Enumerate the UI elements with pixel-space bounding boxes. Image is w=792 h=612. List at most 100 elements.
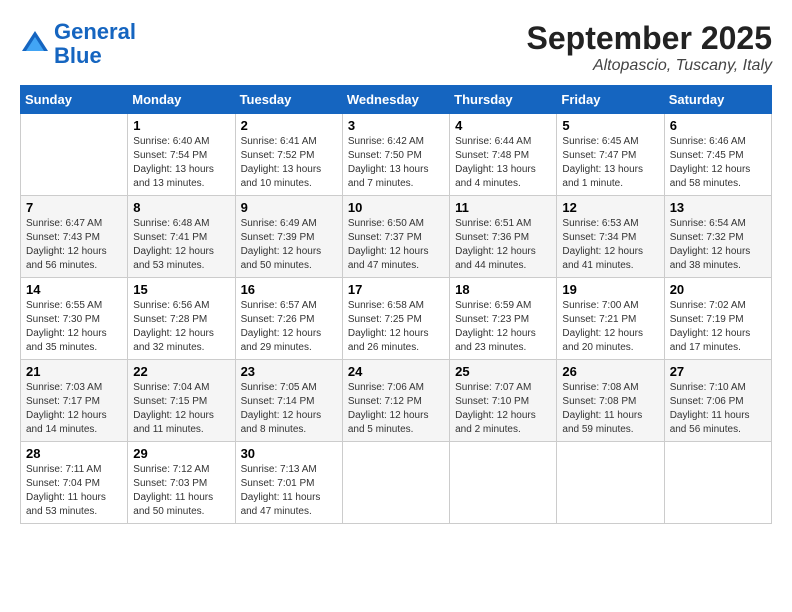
page-header: General Blue September 2025 Altopascio, … xyxy=(20,20,772,75)
day-number: 25 xyxy=(455,364,551,379)
calendar-cell: 24 Sunrise: 7:06 AMSunset: 7:12 PMDayligh… xyxy=(342,360,449,442)
header-row: SundayMondayTuesdayWednesdayThursdayFrid… xyxy=(21,86,772,114)
day-number: 21 xyxy=(26,364,122,379)
calendar-cell: 15 Sunrise: 6:56 AMSunset: 7:28 PMDayligh… xyxy=(128,278,235,360)
day-number: 14 xyxy=(26,282,122,297)
day-info: Sunrise: 6:44 AMSunset: 7:48 PMDaylight:… xyxy=(455,135,551,191)
week-row-2: 14 Sunrise: 6:55 AMSunset: 7:30 PMDayligh… xyxy=(21,278,772,360)
calendar-cell xyxy=(557,442,664,524)
day-number: 10 xyxy=(348,200,444,215)
header-cell-friday: Friday xyxy=(557,86,664,114)
calendar-cell: 6 Sunrise: 6:46 AMSunset: 7:45 PMDaylight… xyxy=(664,114,771,196)
calendar-cell: 4 Sunrise: 6:44 AMSunset: 7:48 PMDaylight… xyxy=(450,114,557,196)
calendar-cell: 20Sunrise: 7:02 AMSunset: 7:19 PMDayligh… xyxy=(664,278,771,360)
logo: General Blue xyxy=(20,20,136,68)
day-number: 23 xyxy=(241,364,337,379)
logo-line2: Blue xyxy=(54,43,102,68)
calendar-cell: 27 Sunrise: 7:10 AMSunset: 7:06 PMDayligh… xyxy=(664,360,771,442)
day-info: Sunrise: 6:57 AMSunset: 7:26 PMDaylight:… xyxy=(241,299,337,355)
day-number: 15 xyxy=(133,282,229,297)
day-info: Sunrise: 6:56 AMSunset: 7:28 PMDaylight:… xyxy=(133,299,229,355)
day-info: Sunrise: 6:53 AMSunset: 7:34 PMDaylight:… xyxy=(562,217,658,273)
calendar-cell: 21 Sunrise: 7:03 AMSunset: 7:17 PMDayligh… xyxy=(21,360,128,442)
day-info: Sunrise: 6:59 AMSunset: 7:23 PMDaylight:… xyxy=(455,299,551,355)
calendar-cell: 11 Sunrise: 6:51 AMSunset: 7:36 PMDayligh… xyxy=(450,196,557,278)
day-number: 7 xyxy=(26,200,122,215)
day-number: 18 xyxy=(455,282,551,297)
day-number: 17 xyxy=(348,282,444,297)
day-number: 8 xyxy=(133,200,229,215)
day-info: Sunrise: 7:07 AMSunset: 7:10 PMDaylight:… xyxy=(455,381,551,437)
calendar-table: SundayMondayTuesdayWednesdayThursdayFrid… xyxy=(20,85,772,524)
day-number: 28 xyxy=(26,446,122,461)
calendar-cell: 26 Sunrise: 7:08 AMSunset: 7:08 PMDayligh… xyxy=(557,360,664,442)
calendar-cell: 13Sunrise: 6:54 AMSunset: 7:32 PMDayligh… xyxy=(664,196,771,278)
calendar-header: SundayMondayTuesdayWednesdayThursdayFrid… xyxy=(21,86,772,114)
day-info: Sunrise: 6:45 AMSunset: 7:47 PMDaylight:… xyxy=(562,135,658,191)
day-info: Sunrise: 7:05 AMSunset: 7:14 PMDaylight:… xyxy=(241,381,337,437)
header-cell-saturday: Saturday xyxy=(664,86,771,114)
day-info: Sunrise: 6:55 AMSunset: 7:30 PMDaylight:… xyxy=(26,299,122,355)
day-number: 13 xyxy=(670,200,766,215)
day-info: Sunrise: 6:50 AMSunset: 7:37 PMDaylight:… xyxy=(348,217,444,273)
week-row-3: 21 Sunrise: 7:03 AMSunset: 7:17 PMDayligh… xyxy=(21,360,772,442)
day-number: 4 xyxy=(455,118,551,133)
day-info: Sunrise: 7:08 AMSunset: 7:08 PMDaylight:… xyxy=(562,381,658,437)
location: Altopascio, Tuscany, Italy xyxy=(527,57,772,75)
day-number: 24 xyxy=(348,364,444,379)
day-number: 5 xyxy=(562,118,658,133)
day-number: 3 xyxy=(348,118,444,133)
calendar-cell: 7 Sunrise: 6:47 AMSunset: 7:43 PMDaylight… xyxy=(21,196,128,278)
header-cell-thursday: Thursday xyxy=(450,86,557,114)
calendar-cell: 2 Sunrise: 6:41 AMSunset: 7:52 PMDaylight… xyxy=(235,114,342,196)
day-info: Sunrise: 6:58 AMSunset: 7:25 PMDaylight:… xyxy=(348,299,444,355)
calendar-cell: 28 Sunrise: 7:11 AMSunset: 7:04 PMDayligh… xyxy=(21,442,128,524)
calendar-cell xyxy=(664,442,771,524)
calendar-cell: 29Sunrise: 7:12 AMSunset: 7:03 PMDayligh… xyxy=(128,442,235,524)
calendar-cell: 25 Sunrise: 7:07 AMSunset: 7:10 PMDayligh… xyxy=(450,360,557,442)
calendar-cell: 17 Sunrise: 6:58 AMSunset: 7:25 PMDayligh… xyxy=(342,278,449,360)
logo-text: General Blue xyxy=(54,20,136,68)
day-number: 11 xyxy=(455,200,551,215)
calendar-cell: 1Sunrise: 6:40 AMSunset: 7:54 PMDaylight… xyxy=(128,114,235,196)
day-number: 6 xyxy=(670,118,766,133)
calendar-cell: 30Sunrise: 7:13 AMSunset: 7:01 PMDayligh… xyxy=(235,442,342,524)
day-info: Sunrise: 7:04 AMSunset: 7:15 PMDaylight:… xyxy=(133,381,229,437)
calendar-cell: 10 Sunrise: 6:50 AMSunset: 7:37 PMDayligh… xyxy=(342,196,449,278)
day-info: Sunrise: 6:41 AMSunset: 7:52 PMDaylight:… xyxy=(241,135,337,191)
title-block: September 2025 Altopascio, Tuscany, Ital… xyxy=(527,20,772,75)
calendar-cell: 12Sunrise: 6:53 AMSunset: 7:34 PMDayligh… xyxy=(557,196,664,278)
calendar-cell: 9Sunrise: 6:49 AMSunset: 7:39 PMDaylight… xyxy=(235,196,342,278)
day-info: Sunrise: 6:49 AMSunset: 7:39 PMDaylight:… xyxy=(241,217,337,273)
week-row-0: 1Sunrise: 6:40 AMSunset: 7:54 PMDaylight… xyxy=(21,114,772,196)
day-number: 2 xyxy=(241,118,337,133)
day-info: Sunrise: 7:10 AMSunset: 7:06 PMDaylight:… xyxy=(670,381,766,437)
calendar-cell: 22 Sunrise: 7:04 AMSunset: 7:15 PMDayligh… xyxy=(128,360,235,442)
day-info: Sunrise: 6:42 AMSunset: 7:50 PMDaylight:… xyxy=(348,135,444,191)
day-number: 27 xyxy=(670,364,766,379)
calendar-cell: 3 Sunrise: 6:42 AMSunset: 7:50 PMDaylight… xyxy=(342,114,449,196)
day-number: 29 xyxy=(133,446,229,461)
calendar-cell: 5 Sunrise: 6:45 AMSunset: 7:47 PMDaylight… xyxy=(557,114,664,196)
day-info: Sunrise: 7:03 AMSunset: 7:17 PMDaylight:… xyxy=(26,381,122,437)
day-info: Sunrise: 7:11 AMSunset: 7:04 PMDaylight:… xyxy=(26,463,122,519)
day-info: Sunrise: 6:51 AMSunset: 7:36 PMDaylight:… xyxy=(455,217,551,273)
calendar-body: 1Sunrise: 6:40 AMSunset: 7:54 PMDaylight… xyxy=(21,114,772,524)
calendar-cell: 19Sunrise: 7:00 AMSunset: 7:21 PMDayligh… xyxy=(557,278,664,360)
day-number: 26 xyxy=(562,364,658,379)
calendar-cell xyxy=(450,442,557,524)
calendar-cell: 18 Sunrise: 6:59 AMSunset: 7:23 PMDayligh… xyxy=(450,278,557,360)
calendar-cell: 8Sunrise: 6:48 AMSunset: 7:41 PMDaylight… xyxy=(128,196,235,278)
day-info: Sunrise: 7:06 AMSunset: 7:12 PMDaylight:… xyxy=(348,381,444,437)
day-number: 1 xyxy=(133,118,229,133)
day-number: 22 xyxy=(133,364,229,379)
day-info: Sunrise: 7:13 AMSunset: 7:01 PMDaylight:… xyxy=(241,463,337,519)
header-cell-tuesday: Tuesday xyxy=(235,86,342,114)
calendar-cell: 16Sunrise: 6:57 AMSunset: 7:26 PMDayligh… xyxy=(235,278,342,360)
day-info: Sunrise: 6:47 AMSunset: 7:43 PMDaylight:… xyxy=(26,217,122,273)
day-info: Sunrise: 6:46 AMSunset: 7:45 PMDaylight:… xyxy=(670,135,766,191)
logo-icon xyxy=(20,29,50,59)
day-number: 19 xyxy=(562,282,658,297)
week-row-1: 7 Sunrise: 6:47 AMSunset: 7:43 PMDaylight… xyxy=(21,196,772,278)
calendar-cell xyxy=(21,114,128,196)
